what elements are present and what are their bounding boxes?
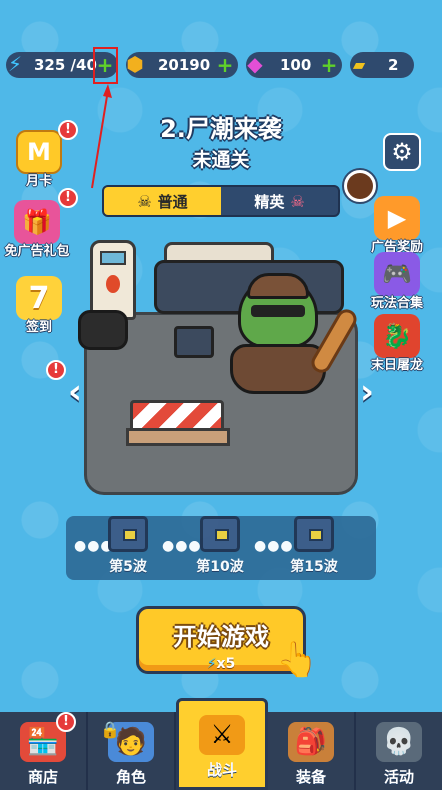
monthly-card-button[interactable]: M 月卡 ! — [4, 120, 78, 189]
coin-icon: ⬢ — [126, 52, 144, 76]
start-cost-value: x5 — [216, 656, 236, 672]
wave-label: 第5波 — [109, 559, 147, 575]
roadblock-base — [126, 428, 230, 446]
gas-pump-icon — [90, 240, 136, 320]
no-ads-gift-button[interactable]: 🎁 免广告礼包 ! — [2, 188, 78, 259]
gold-counter: ⬢ 20190 + — [126, 52, 238, 78]
zombie-body-icon — [230, 344, 326, 394]
gamepad-icon: 🎮 — [374, 252, 420, 296]
chest-icon — [294, 516, 334, 552]
gold-plus-button[interactable]: + — [216, 55, 234, 75]
sign-in-label: 签到 — [25, 320, 52, 335]
wave-reward-15[interactable]: 第15波 — [284, 516, 344, 576]
alert-badge: ! — [56, 712, 76, 732]
next-stage-button[interactable]: › — [352, 372, 382, 412]
tv-play-icon: ▶ — [374, 196, 420, 240]
nav-character-label: 角色 — [115, 768, 146, 786]
difficulty-tabs: ☠ 普通 精英 ☠ — [102, 185, 340, 217]
monthly-card-icon: M — [16, 130, 62, 174]
ads-ticket-icon: ▰ — [352, 54, 366, 74]
nav-events[interactable]: 💀 活动 — [356, 712, 442, 790]
skull-icon: 💀 — [376, 722, 422, 762]
gem-counter: ◆ 100 + — [246, 52, 342, 78]
nav-battle[interactable]: ⚔ 战斗 — [176, 698, 268, 790]
alert-badge: ! — [58, 120, 78, 140]
diamond-icon: ◆ — [247, 52, 263, 76]
wave-label: 第15波 — [290, 559, 338, 575]
calendar-seven-icon: 7 — [16, 276, 62, 320]
settings-button[interactable]: ⚙ — [383, 133, 421, 171]
gem-plus-button[interactable]: + — [320, 55, 338, 75]
monthly-card-label: 月卡 — [25, 174, 52, 189]
nav-character[interactable]: 🧑 角色 🔒 — [88, 712, 176, 790]
wave-reward-10[interactable]: 第10波 — [190, 516, 250, 576]
pointing-hand-icon: 👆 — [276, 640, 319, 680]
game-modes-label: 玩法合集 — [370, 296, 423, 311]
prev-stage-button[interactable]: ‹ — [60, 372, 90, 412]
level-scene[interactable] — [78, 240, 361, 495]
sign-in-button[interactable]: 7 签到 — [4, 276, 74, 335]
tab-elite[interactable]: 精英 ☠ — [221, 187, 338, 215]
doom-dragon-button[interactable]: 🐉 末日屠龙 — [362, 314, 432, 373]
nav-equipment-label: 装备 — [295, 768, 326, 786]
backpack-icon: 🎒 — [288, 722, 334, 762]
wave-rewards-panel: ●●● 第5波 ●●● 第10波 ●●● 第15波 — [66, 516, 376, 580]
gear-icon: ⚙ — [391, 138, 413, 166]
nav-shop-label: 商店 — [27, 768, 58, 786]
lightning-icon: ⚡ — [7, 52, 23, 76]
bottom-nav: 🏪 商店 ! 🧑 角色 🔒 ⚔ 战斗 🎒 装备 💀 活动 — [0, 698, 442, 790]
game-modes-button[interactable]: 🎮 玩法合集 — [362, 252, 432, 311]
battle-icon: ⚔ — [199, 715, 245, 755]
energy-value: 325 /40 — [34, 56, 97, 74]
tab-normal-label: 普通 — [157, 192, 188, 211]
nav-shop[interactable]: 🏪 商店 ! — [0, 712, 88, 790]
nav-battle-label: 战斗 — [206, 761, 237, 779]
demon-skull-icon: ☠ — [290, 191, 305, 211]
chest-icon — [108, 516, 148, 552]
highlight-box — [93, 47, 118, 84]
nav-equipment[interactable]: 🎒 装备 — [268, 712, 356, 790]
lock-icon: 🔒 — [100, 720, 120, 739]
doom-dragon-label: 末日屠龙 — [370, 358, 423, 373]
ad-reward-button[interactable]: ▶ 广告奖励 — [362, 196, 432, 255]
lightning-icon: ⚡ — [206, 656, 217, 672]
ticket-counter: ▰ 2 — [350, 52, 414, 78]
dragon-icon: 🐉 — [374, 314, 420, 358]
gem-value: 100 — [280, 56, 312, 74]
nav-events-label: 活动 — [383, 768, 414, 786]
tab-elite-label: 精英 — [254, 192, 285, 211]
wave-reward-5[interactable]: 第5波 — [98, 516, 158, 576]
zombie-head-icon — [238, 273, 318, 348]
skull-icon: ☠ — [137, 191, 152, 211]
tab-normal[interactable]: ☠ 普通 — [104, 187, 221, 215]
laptop-icon — [174, 326, 214, 358]
gift-icon: 🎁 — [14, 200, 60, 244]
wave-label: 第10波 — [196, 559, 244, 575]
alert-badge: ! — [58, 188, 78, 208]
tires-icon — [78, 310, 128, 350]
gold-value: 20190 — [158, 56, 211, 74]
chest-icon — [200, 516, 240, 552]
no-ads-gift-label: 免广告礼包 — [4, 244, 70, 259]
ticket-value: 2 — [388, 56, 399, 74]
